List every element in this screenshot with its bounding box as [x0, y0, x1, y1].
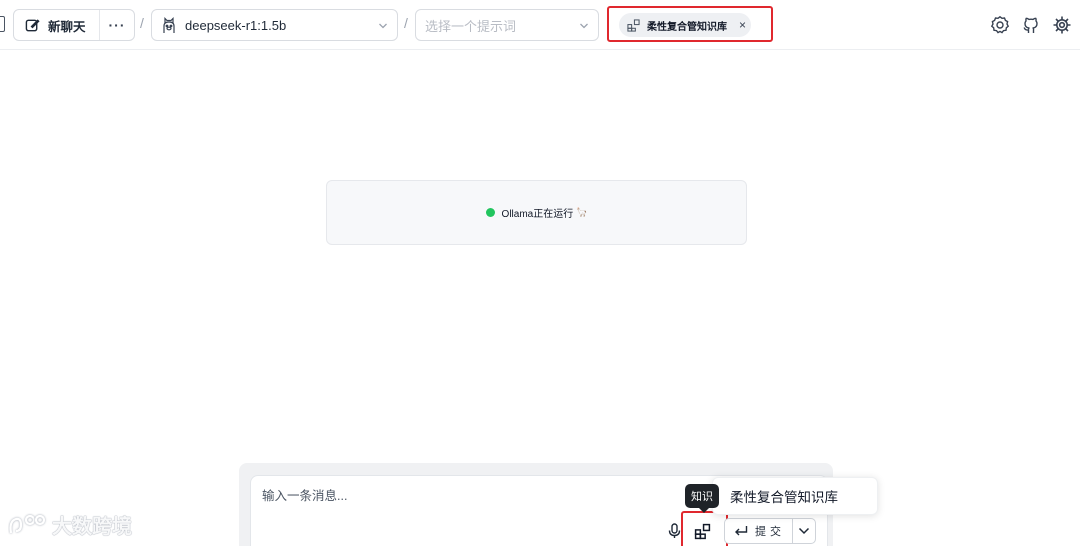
breadcrumb-separator: /	[140, 15, 144, 31]
new-chat-label: 新聊天	[48, 19, 86, 34]
new-chat-button[interactable]: 新聊天	[14, 10, 100, 40]
ollama-status-card: Ollama正在运行 🦙	[326, 180, 747, 245]
submit-options-button[interactable]	[793, 519, 815, 543]
prompt-select[interactable]: 选择一个提示词	[415, 9, 599, 41]
edit-icon	[25, 18, 40, 31]
tooltip-text: 知识	[691, 491, 713, 503]
microphone-icon[interactable]	[668, 523, 681, 544]
top-bar: 新聊天 ··· / deepseek-r1:1.5b / 选择一个提示词 柔性复…	[0, 0, 1080, 50]
more-icon: ···	[108, 17, 126, 33]
submit-label: 提交	[755, 526, 785, 538]
knowledge-dropdown-item[interactable]: 柔性复合管知识库	[712, 477, 878, 515]
chat-actions-group: 新聊天 ···	[13, 9, 135, 41]
close-icon[interactable]: ×	[739, 18, 746, 32]
llama-icon	[163, 16, 175, 33]
knowledge-base-icon	[627, 18, 640, 32]
knowledge-button[interactable]	[688, 518, 716, 544]
watermark: 大数跨境	[8, 510, 132, 539]
message-input[interactable]	[262, 489, 662, 503]
status-text: Ollama正在运行	[501, 209, 574, 220]
sidebar-toggle-icon[interactable]	[0, 16, 5, 32]
submit-button[interactable]: 提交	[725, 519, 793, 543]
chevron-down-icon	[379, 23, 387, 29]
more-options-button[interactable]: ···	[100, 10, 134, 40]
breadcrumb-separator: /	[404, 15, 408, 31]
chevron-down-icon	[580, 23, 588, 29]
model-select-value: deepseek-r1:1.5b	[185, 17, 287, 33]
watermark-logo-icon	[9, 514, 46, 533]
chevron-down-icon	[798, 527, 810, 535]
submit-button-group: 提交	[724, 518, 816, 544]
header-icon-group	[990, 15, 1072, 35]
knowledge-dropdown-label: 柔性复合管知识库	[730, 490, 838, 505]
settings-gear-icon[interactable]	[990, 15, 1010, 35]
status-dot	[485, 208, 495, 217]
watermark-text: 大数跨境	[52, 516, 132, 538]
knowledge-chip-label: 柔性复合管知识库	[647, 21, 727, 33]
knowledge-base-icon	[694, 523, 710, 539]
knowledge-tooltip: 知识	[685, 484, 719, 513]
enter-icon	[735, 526, 748, 536]
github-icon[interactable]	[1021, 15, 1041, 35]
knowledge-base-chip[interactable]: 柔性复合管知识库 ×	[619, 13, 751, 37]
llama-emoji: 🦙	[576, 207, 588, 217]
cog-icon[interactable]	[1052, 15, 1072, 35]
model-select[interactable]: deepseek-r1:1.5b	[151, 9, 398, 41]
prompt-select-placeholder: 选择一个提示词	[425, 18, 517, 34]
